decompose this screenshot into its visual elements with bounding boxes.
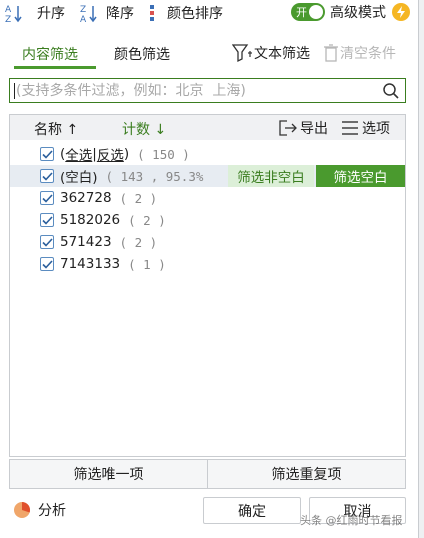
options-label: 选项 bbox=[362, 121, 390, 137]
list-item-label: 362728 bbox=[60, 190, 112, 206]
name-column-label: 名称 bbox=[34, 122, 62, 138]
item-checkbox[interactable] bbox=[40, 257, 54, 271]
watermark-text: 头条 @红雨时节看报 bbox=[300, 514, 403, 527]
text-filter-button[interactable]: 文本筛选 bbox=[232, 43, 310, 63]
svg-text:A: A bbox=[5, 5, 12, 15]
filter-duplicate-button[interactable]: 筛选重复项 bbox=[207, 460, 405, 488]
sort-descending-label: 降序 bbox=[106, 6, 134, 22]
active-tab-indicator bbox=[14, 66, 96, 69]
list-item-count: ( 2 ) bbox=[119, 234, 158, 250]
ok-button[interactable]: 确定 bbox=[203, 497, 301, 524]
count-column-header[interactable]: 计数 ↓ bbox=[122, 119, 166, 139]
list-item-count: ( 2 ) bbox=[128, 212, 166, 228]
menu-icon bbox=[342, 121, 358, 135]
arrow-up-icon: ↑ bbox=[66, 122, 79, 138]
unique-duplicate-bar: 筛选唯一项 筛选重复项 bbox=[9, 459, 406, 489]
checkmark-icon bbox=[41, 193, 53, 203]
svg-text:Z: Z bbox=[5, 15, 11, 23]
paren-close: ) bbox=[123, 146, 130, 162]
arrow-down-icon: ↓ bbox=[154, 122, 167, 138]
sort-descending-button[interactable]: Z A 降序 bbox=[79, 1, 134, 25]
options-button[interactable]: 选项 bbox=[340, 118, 390, 138]
advanced-mode-toggle[interactable]: 开 bbox=[291, 3, 325, 21]
filter-empty-button[interactable]: 筛选空白 bbox=[316, 165, 405, 187]
lightning-icon bbox=[392, 3, 410, 21]
checkmark-icon bbox=[41, 237, 53, 247]
sort-ascending-button[interactable]: A Z 升序 bbox=[4, 1, 65, 25]
item-checkbox[interactable] bbox=[40, 235, 54, 249]
list-item-count: ( 1 ) bbox=[128, 256, 166, 272]
list-item[interactable]: 5182026 ( 2 ) bbox=[10, 209, 405, 231]
count-column-label: 计数 bbox=[122, 122, 150, 138]
invert-selection-link[interactable]: 反选 bbox=[97, 144, 124, 164]
tab-content-filter[interactable]: 内容筛选 bbox=[22, 44, 78, 64]
advanced-mode-label: 高级模式 bbox=[330, 5, 386, 21]
list-item[interactable]: 571423 ( 2 ) bbox=[10, 231, 405, 253]
svg-text:A: A bbox=[80, 15, 87, 23]
funnel-icon bbox=[232, 44, 252, 63]
color-sort-icon bbox=[150, 5, 154, 21]
sort-descending-icon: Z A bbox=[80, 5, 97, 23]
sort-ascending-label: 升序 bbox=[37, 6, 65, 22]
text-caret bbox=[14, 83, 15, 99]
list-header: 名称 ↑ 计数 ↓ 导出 选项 bbox=[10, 115, 405, 140]
advanced-mode-toggle-group: 开 高级模式 bbox=[291, 2, 410, 22]
name-column-header[interactable]: 名称 ↑ bbox=[34, 119, 78, 139]
color-sort-label: 颜色排序 bbox=[167, 6, 223, 22]
list-item-label: 5182026 bbox=[60, 212, 121, 228]
select-all-checkbox[interactable] bbox=[40, 147, 54, 161]
blank-checkbox[interactable] bbox=[40, 169, 54, 183]
color-sort-button[interactable]: 颜色排序 bbox=[148, 1, 223, 25]
tab-color-filter[interactable]: 颜色筛选 bbox=[114, 44, 170, 64]
toggle-state-label: 开 bbox=[296, 6, 307, 19]
item-checkbox[interactable] bbox=[40, 213, 54, 227]
filter-tabs: 内容筛选 颜色筛选 文本筛选 清空条件 bbox=[0, 40, 418, 69]
list-item-label: (空白) bbox=[60, 170, 98, 186]
sort-toolbar: A Z 升序 Z A 降序 颜色排序 开 高级模式 bbox=[0, 0, 418, 26]
search-box bbox=[9, 78, 406, 103]
list-item-label: 7143133 bbox=[60, 256, 121, 272]
checkmark-icon bbox=[41, 215, 53, 225]
list-item-count: ( 143 , 95.3% bbox=[105, 168, 204, 184]
list-item[interactable]: 7143133 ( 1 ) bbox=[10, 253, 405, 275]
total-count: ( 150 ) bbox=[137, 146, 190, 162]
text-filter-label: 文本筛选 bbox=[254, 46, 310, 62]
list-item[interactable]: 362728 ( 2 ) bbox=[10, 187, 405, 209]
value-list: 名称 ↑ 计数 ↓ 导出 选项 (全选 | 反选) (150) (空白)… bbox=[9, 114, 406, 457]
pie-chart-icon bbox=[14, 502, 31, 518]
analyze-label: 分析 bbox=[38, 503, 66, 519]
export-button[interactable]: 导出 bbox=[278, 118, 328, 138]
clear-conditions-button[interactable]: 清空条件 bbox=[322, 43, 396, 63]
window-edge bbox=[418, 0, 424, 538]
search-icon[interactable] bbox=[382, 82, 400, 100]
analyze-button[interactable]: 分析 bbox=[12, 500, 66, 520]
select-all-row: ( 全选 | 反选 ) ( 150 ) bbox=[10, 143, 405, 165]
export-icon bbox=[279, 120, 297, 136]
list-item-label: 571423 bbox=[60, 234, 112, 250]
select-all-link[interactable]: 全选 bbox=[65, 144, 92, 164]
list-item-blank[interactable]: (空白) ( 143 , 95.3% 筛选非空白 筛选空白 bbox=[10, 165, 405, 187]
toggle-knob bbox=[309, 5, 323, 19]
checkmark-icon bbox=[41, 171, 53, 181]
checkmark-icon bbox=[41, 259, 53, 269]
sort-ascending-icon: A Z bbox=[5, 5, 22, 23]
checkmark-icon bbox=[41, 149, 53, 159]
filter-non-empty-button[interactable]: 筛选非空白 bbox=[228, 165, 314, 187]
clear-conditions-label: 清空条件 bbox=[340, 46, 396, 62]
filter-unique-button[interactable]: 筛选唯一项 bbox=[10, 460, 207, 488]
svg-text:Z: Z bbox=[80, 5, 86, 15]
filter-panel: A Z 升序 Z A 降序 颜色排序 开 高级模式 内容筛选 颜色筛选 文本筛选… bbox=[0, 0, 418, 538]
trash-icon bbox=[324, 44, 338, 62]
item-checkbox[interactable] bbox=[40, 191, 54, 205]
export-label: 导出 bbox=[300, 121, 328, 137]
search-input[interactable] bbox=[10, 79, 370, 102]
list-item-count: ( 2 ) bbox=[119, 190, 158, 206]
